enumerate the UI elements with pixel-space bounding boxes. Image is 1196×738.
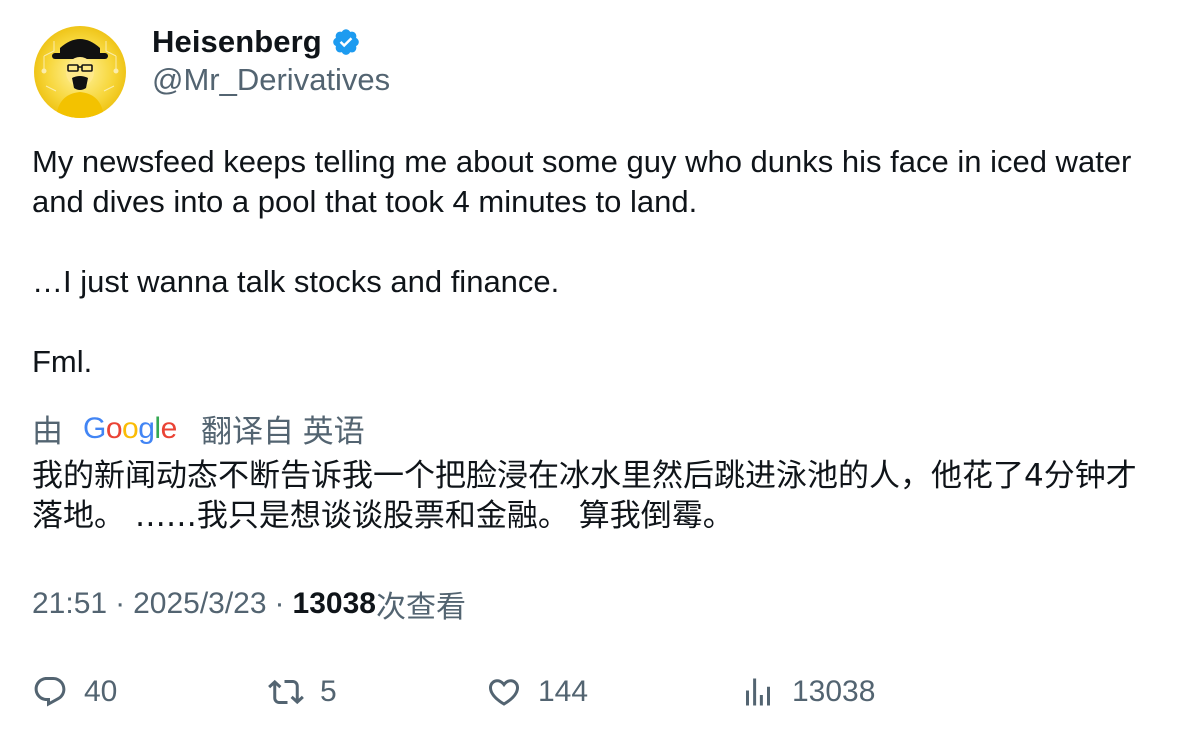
views-label: 次查看: [375, 591, 466, 624]
views-action-count: 13038: [792, 675, 876, 708]
analytics-icon: [746, 678, 770, 706]
google-logo-icon: Google: [83, 411, 181, 445]
verified-badge-icon[interactable]: [331, 27, 361, 57]
author-display-name[interactable]: Heisenberg: [152, 24, 322, 60]
meta-separator: ·: [115, 587, 126, 620]
reply-icon: [34, 677, 66, 707]
tweet-paragraph: …I just wanna talk stocks and finance.: [32, 264, 560, 299]
heisenberg-avatar-icon: [34, 26, 126, 118]
like-count: 144: [538, 675, 589, 708]
translated-by-label: 由: [32, 413, 63, 449]
svg-text:Google: Google: [83, 412, 177, 445]
action-bar: 40 5 144 13038: [32, 670, 1132, 714]
views-count: 13038: [292, 587, 376, 620]
author-handle[interactable]: @Mr_Derivatives: [152, 62, 390, 98]
meta-separator: ·: [274, 587, 285, 620]
views-button[interactable]: 13038: [740, 670, 875, 714]
tweet-text: My newsfeed keeps telling me about some …: [32, 142, 1152, 382]
retweet-icon: [268, 679, 304, 705]
author-name-row[interactable]: Heisenberg: [152, 22, 361, 62]
tweet-paragraph: Fml.: [32, 344, 93, 379]
heart-icon: [488, 679, 520, 706]
avatar[interactable]: [34, 26, 126, 118]
translated-from-label[interactable]: 翻译自 英语: [201, 406, 365, 451]
translation-attribution[interactable]: 由 Google 翻译自 英语: [32, 406, 365, 450]
tweet-date[interactable]: 2025/3/23: [133, 587, 266, 621]
retweet-button[interactable]: 5: [268, 670, 337, 714]
tweet-paragraph: My newsfeed keeps telling me about some …: [32, 144, 1132, 219]
reply-count: 40: [84, 675, 118, 708]
reply-button[interactable]: 40: [32, 670, 117, 714]
tweet-time[interactable]: 21:51: [32, 587, 107, 621]
tweet-meta: 21:51 · 2025/3/23 · 13038 次查看: [32, 584, 466, 624]
like-button[interactable]: 144: [486, 670, 588, 714]
retweet-count: 5: [320, 675, 337, 708]
translated-text: 我的新闻动态不断告诉我一个把脸浸在冰水里然后跳进泳池的人，他花了4分钟才落地。 …: [32, 458, 1137, 534]
